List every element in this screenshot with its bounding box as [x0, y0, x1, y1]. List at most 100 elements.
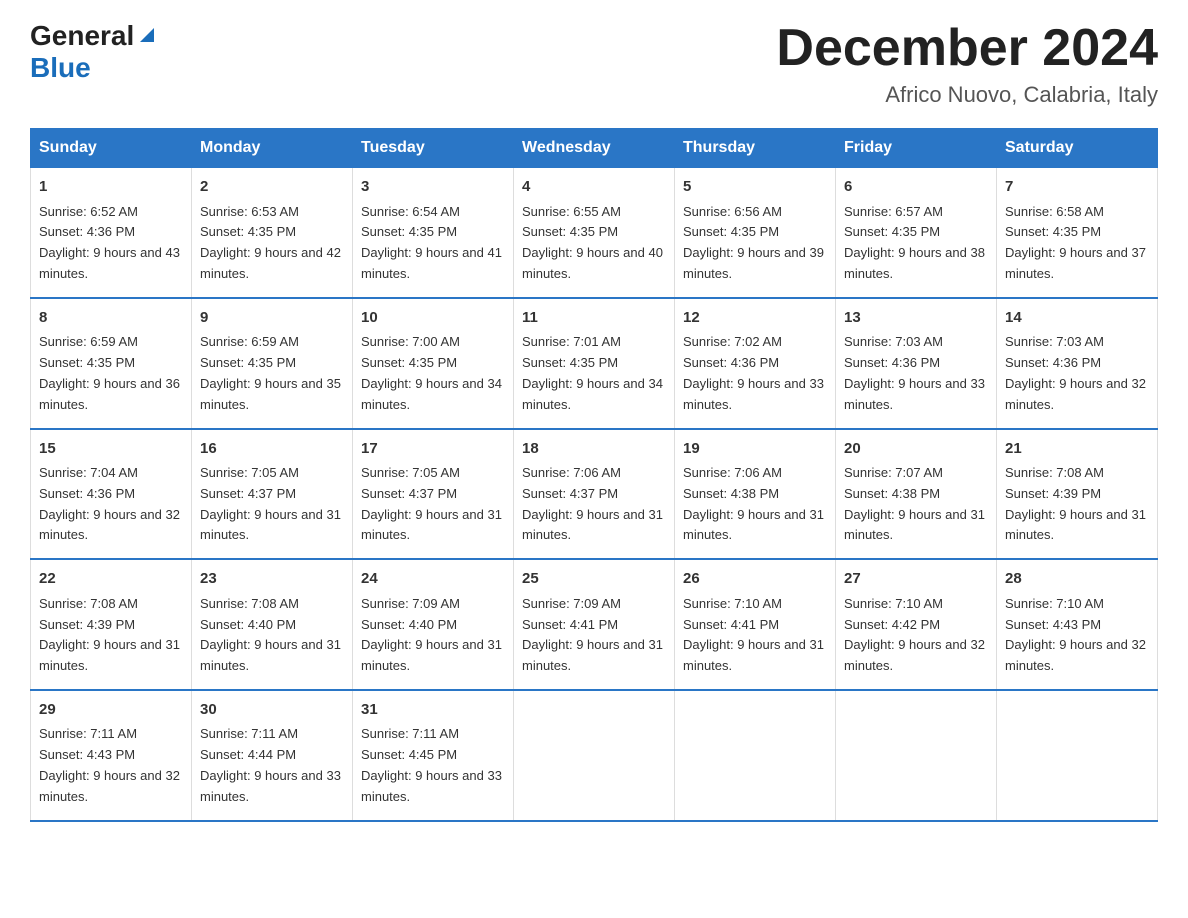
day-cell: 1 Sunrise: 6:52 AMSunset: 4:36 PMDaylight…: [31, 168, 192, 298]
day-cell: 12Sunrise: 7:02 AMSunset: 4:36 PMDayligh…: [675, 298, 836, 429]
day-number: 30: [200, 699, 344, 722]
day-cell: 21Sunrise: 7:08 AMSunset: 4:39 PMDayligh…: [997, 429, 1158, 560]
col-header-thursday: Thursday: [675, 129, 836, 168]
day-cell: 5 Sunrise: 6:56 AMSunset: 4:35 PMDaylight…: [675, 168, 836, 298]
day-cell: 29Sunrise: 7:11 AMSunset: 4:43 PMDayligh…: [31, 690, 192, 821]
day-number: 16: [200, 438, 344, 461]
day-info: Sunrise: 7:09 AMSunset: 4:40 PMDaylight:…: [361, 594, 505, 677]
day-cell: 17Sunrise: 7:05 AMSunset: 4:37 PMDayligh…: [353, 429, 514, 560]
day-info: Sunrise: 7:06 AMSunset: 4:38 PMDaylight:…: [683, 463, 827, 546]
day-cell: [997, 690, 1158, 821]
day-info: Sunrise: 7:00 AMSunset: 4:35 PMDaylight:…: [361, 332, 505, 415]
day-cell: 24 Sunrise: 7:09 AMSunset: 4:40 PMDayligh…: [353, 559, 514, 690]
day-cell: [514, 690, 675, 821]
day-info: Sunrise: 7:08 AMSunset: 4:39 PMDaylight:…: [1005, 463, 1149, 546]
day-info: Sunrise: 7:05 AMSunset: 4:37 PMDaylight:…: [200, 463, 344, 546]
day-number: 15: [39, 438, 183, 461]
day-cell: 22Sunrise: 7:08 AMSunset: 4:39 PMDayligh…: [31, 559, 192, 690]
day-number: 7: [1005, 176, 1149, 199]
day-cell: 18Sunrise: 7:06 AMSunset: 4:37 PMDayligh…: [514, 429, 675, 560]
day-info: Sunrise: 6:59 AMSunset: 4:35 PMDaylight:…: [39, 332, 183, 415]
day-cell: 3 Sunrise: 6:54 AMSunset: 4:35 PMDaylight…: [353, 168, 514, 298]
col-header-saturday: Saturday: [997, 129, 1158, 168]
day-info: Sunrise: 7:10 AMSunset: 4:41 PMDaylight:…: [683, 594, 827, 677]
calendar-table: SundayMondayTuesdayWednesdayThursdayFrid…: [30, 128, 1158, 821]
day-info: Sunrise: 7:10 AMSunset: 4:42 PMDaylight:…: [844, 594, 988, 677]
day-cell: 31Sunrise: 7:11 AMSunset: 4:45 PMDayligh…: [353, 690, 514, 821]
day-info: Sunrise: 7:03 AMSunset: 4:36 PMDaylight:…: [1005, 332, 1149, 415]
day-cell: 10Sunrise: 7:00 AMSunset: 4:35 PMDayligh…: [353, 298, 514, 429]
day-number: 12: [683, 307, 827, 330]
day-cell: 25 Sunrise: 7:09 AMSunset: 4:41 PMDayligh…: [514, 559, 675, 690]
day-number: 28: [1005, 568, 1149, 591]
day-number: 18: [522, 438, 666, 461]
day-info: Sunrise: 6:56 AMSunset: 4:35 PMDaylight:…: [683, 202, 827, 285]
day-info: Sunrise: 7:07 AMSunset: 4:38 PMDaylight:…: [844, 463, 988, 546]
day-number: 25: [522, 568, 666, 591]
day-number: 19: [683, 438, 827, 461]
day-info: Sunrise: 6:53 AMSunset: 4:35 PMDaylight:…: [200, 202, 344, 285]
day-info: Sunrise: 6:59 AMSunset: 4:35 PMDaylight:…: [200, 332, 344, 415]
day-cell: 13Sunrise: 7:03 AMSunset: 4:36 PMDayligh…: [836, 298, 997, 429]
day-info: Sunrise: 6:55 AMSunset: 4:35 PMDaylight:…: [522, 202, 666, 285]
day-number: 3: [361, 176, 505, 199]
day-number: 23: [200, 568, 344, 591]
day-number: 11: [522, 307, 666, 330]
week-row-1: 1 Sunrise: 6:52 AMSunset: 4:36 PMDaylight…: [31, 168, 1158, 298]
day-number: 21: [1005, 438, 1149, 461]
col-header-wednesday: Wednesday: [514, 129, 675, 168]
day-number: 5: [683, 176, 827, 199]
day-info: Sunrise: 6:52 AMSunset: 4:36 PMDaylight:…: [39, 202, 183, 285]
day-cell: [836, 690, 997, 821]
week-row-4: 22Sunrise: 7:08 AMSunset: 4:39 PMDayligh…: [31, 559, 1158, 690]
day-info: Sunrise: 7:06 AMSunset: 4:37 PMDaylight:…: [522, 463, 666, 546]
logo: General Blue: [30, 20, 158, 84]
calendar-header-row: SundayMondayTuesdayWednesdayThursdayFrid…: [31, 129, 1158, 168]
week-row-2: 8Sunrise: 6:59 AMSunset: 4:35 PMDaylight…: [31, 298, 1158, 429]
day-number: 26: [683, 568, 827, 591]
day-number: 22: [39, 568, 183, 591]
day-info: Sunrise: 6:58 AMSunset: 4:35 PMDaylight:…: [1005, 202, 1149, 285]
day-cell: 15Sunrise: 7:04 AMSunset: 4:36 PMDayligh…: [31, 429, 192, 560]
day-cell: 8Sunrise: 6:59 AMSunset: 4:35 PMDaylight…: [31, 298, 192, 429]
day-info: Sunrise: 7:04 AMSunset: 4:36 PMDaylight:…: [39, 463, 183, 546]
day-cell: 23 Sunrise: 7:08 AMSunset: 4:40 PMDayligh…: [192, 559, 353, 690]
week-row-5: 29Sunrise: 7:11 AMSunset: 4:43 PMDayligh…: [31, 690, 1158, 821]
day-cell: 26 Sunrise: 7:10 AMSunset: 4:41 PMDayligh…: [675, 559, 836, 690]
day-info: Sunrise: 7:08 AMSunset: 4:40 PMDaylight:…: [200, 594, 344, 677]
col-header-monday: Monday: [192, 129, 353, 168]
day-info: Sunrise: 7:09 AMSunset: 4:41 PMDaylight:…: [522, 594, 666, 677]
day-number: 14: [1005, 307, 1149, 330]
day-number: 29: [39, 699, 183, 722]
day-cell: 19Sunrise: 7:06 AMSunset: 4:38 PMDayligh…: [675, 429, 836, 560]
day-cell: 7 Sunrise: 6:58 AMSunset: 4:35 PMDaylight…: [997, 168, 1158, 298]
day-info: Sunrise: 6:57 AMSunset: 4:35 PMDaylight:…: [844, 202, 988, 285]
col-header-tuesday: Tuesday: [353, 129, 514, 168]
location-subtitle: Africo Nuovo, Calabria, Italy: [776, 82, 1158, 108]
col-header-friday: Friday: [836, 129, 997, 168]
day-number: 31: [361, 699, 505, 722]
day-info: Sunrise: 7:11 AMSunset: 4:44 PMDaylight:…: [200, 724, 344, 807]
month-title: December 2024: [776, 20, 1158, 77]
day-info: Sunrise: 7:03 AMSunset: 4:36 PMDaylight:…: [844, 332, 988, 415]
day-cell: 4Sunrise: 6:55 AMSunset: 4:35 PMDaylight…: [514, 168, 675, 298]
day-cell: 16Sunrise: 7:05 AMSunset: 4:37 PMDayligh…: [192, 429, 353, 560]
day-number: 13: [844, 307, 988, 330]
day-number: 9: [200, 307, 344, 330]
day-number: 27: [844, 568, 988, 591]
logo-triangle-icon: [136, 24, 158, 44]
day-info: Sunrise: 7:11 AMSunset: 4:43 PMDaylight:…: [39, 724, 183, 807]
day-number: 24: [361, 568, 505, 591]
day-cell: 6Sunrise: 6:57 AMSunset: 4:35 PMDaylight…: [836, 168, 997, 298]
day-info: Sunrise: 6:54 AMSunset: 4:35 PMDaylight:…: [361, 202, 505, 285]
logo-blue-text: Blue: [30, 52, 91, 83]
day-cell: 9Sunrise: 6:59 AMSunset: 4:35 PMDaylight…: [192, 298, 353, 429]
day-number: 1: [39, 176, 183, 199]
day-cell: 28Sunrise: 7:10 AMSunset: 4:43 PMDayligh…: [997, 559, 1158, 690]
day-cell: [675, 690, 836, 821]
day-info: Sunrise: 7:11 AMSunset: 4:45 PMDaylight:…: [361, 724, 505, 807]
title-area: December 2024 Africo Nuovo, Calabria, It…: [776, 20, 1158, 108]
day-number: 20: [844, 438, 988, 461]
week-row-3: 15Sunrise: 7:04 AMSunset: 4:36 PMDayligh…: [31, 429, 1158, 560]
day-number: 2: [200, 176, 344, 199]
